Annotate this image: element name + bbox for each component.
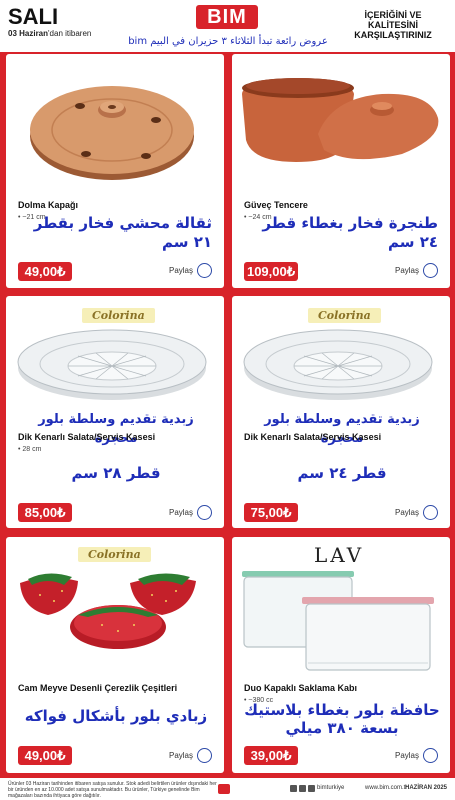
- product-card-meyve-cerezlik[interactable]: Colorina Cam Meyve Desenli Çerezlik Çeşi…: [6, 537, 224, 773]
- website-link[interactable]: www.bim.com.tr: [365, 785, 407, 791]
- date-rest: 'dan itibaren: [48, 29, 92, 38]
- product-arabic: زبادي بلور بأشكال فواكه: [24, 707, 208, 725]
- social-icons[interactable]: [290, 785, 315, 792]
- share-button[interactable]: Paylaş: [395, 747, 438, 763]
- price-tag: 85,00₺: [18, 503, 72, 522]
- product-card-dolma-kapagi[interactable]: Dolma Kapağı • ~21 cm ثقالة محشي فخار بق…: [6, 54, 224, 288]
- share-circle-icon[interactable]: [197, 504, 212, 520]
- product-name: Dolma Kapağı: [18, 200, 79, 210]
- compare-slogan: İÇERİĞİNİ VE KALİTESİNİ KARŞILAŞTIRINIZ: [354, 10, 432, 40]
- share-circle-icon[interactable]: [423, 262, 438, 278]
- product-arabic: طنجرة فخار بغطاء قطر ٢٤ سم: [262, 214, 438, 251]
- product-card-salata-kasesi-24[interactable]: Colorina زبدية تقديم وسلطة بلور محجرة Di…: [232, 296, 450, 528]
- arabic-offer-text: عروض رائعة تبدأ الثلاثاء ٣ حزيران في الب…: [128, 36, 328, 47]
- price-tag: 109,00₺: [244, 262, 298, 281]
- share-button[interactable]: Paylaş: [169, 262, 212, 278]
- product-arabic-top: زبدية تقديم وسلطة بلور محجرة: [264, 412, 420, 446]
- legal-note: Ürünler 03 Haziran tarihinden itibaren s…: [8, 781, 217, 799]
- share-button[interactable]: Paylaş: [395, 262, 438, 278]
- price-tag: 75,00₺: [244, 503, 298, 522]
- day-label: SALI: [8, 4, 59, 29]
- product-name: Cam Meyve Desenli Çerezlik Çeşitleri: [18, 683, 178, 693]
- bim-logo[interactable]: BIM: [196, 5, 258, 29]
- lav-logo: LAV: [314, 543, 365, 567]
- share-label: Paylaş: [394, 750, 419, 760]
- campaign-date: HAZİRAN 2025: [404, 785, 447, 791]
- clay-lid-image: [30, 86, 194, 180]
- product-arabic: قطر ٢٨ سم: [71, 464, 161, 482]
- footer-bar: Ürünler 03 Haziran tarihinden itibaren s…: [0, 778, 455, 800]
- product-arabic: حافظة بلور بغطاء بلاستيك بسعة ٣٨٠ ميلي: [244, 701, 440, 737]
- product-card-salata-kasesi-28[interactable]: Colorina زبدية تقديم وسلطة بلور محجرة Di…: [6, 296, 224, 528]
- instagram-icon[interactable]: [299, 785, 306, 792]
- product-card-saklama-kabi[interactable]: LAV Duo Kapaklı Saklama Kabı • ~380 cc ح…: [232, 537, 450, 773]
- product-name: Dik Kenarlı Salata/Servis Kasesi: [18, 432, 156, 442]
- price-tag: 49,00₺: [18, 262, 72, 281]
- glass-bowl-image: [243, 329, 433, 400]
- date-line: 03 Haziran'dan itibaren: [8, 29, 91, 38]
- share-label: Paylaş: [168, 507, 193, 517]
- share-button[interactable]: Paylaş: [169, 747, 212, 763]
- colorina-logo: Colorina: [78, 547, 151, 562]
- share-circle-icon[interactable]: [423, 504, 438, 520]
- product-name: Dik Kenarlı Salata/Servis Kasesi: [244, 432, 382, 442]
- price-tag: 49,00₺: [18, 746, 72, 765]
- product-name: Güveç Tencere: [244, 200, 308, 210]
- product-arabic-top: زبدية تقديم وسلطة بلور محجرة: [38, 412, 194, 446]
- product-size: • 28 cm: [18, 446, 42, 453]
- share-label: Paylaş: [168, 265, 193, 275]
- share-label: Paylaş: [394, 265, 419, 275]
- facebook-icon[interactable]: [290, 785, 297, 792]
- product-card-guvec-tencere[interactable]: Güveç Tencere • ~24 cm طنجرة فخار بغطاء …: [232, 54, 450, 288]
- date-block: SALI 03 Haziran'dan itibaren: [8, 4, 91, 39]
- header-bar: SALI 03 Haziran'dan itibaren BIM عروض را…: [0, 0, 455, 52]
- youtube-icon[interactable]: [308, 785, 315, 792]
- share-label: Paylaş: [168, 750, 193, 760]
- share-circle-icon[interactable]: [197, 262, 212, 278]
- share-circle-icon[interactable]: [197, 747, 212, 763]
- strawberry-bowls-image: [20, 573, 196, 649]
- bim-mini-logo: [218, 784, 230, 794]
- share-button[interactable]: Paylaş: [395, 504, 438, 520]
- share-label: Paylaş: [394, 507, 419, 517]
- product-arabic: قطر ٢٤ سم: [297, 464, 387, 482]
- share-button[interactable]: Paylaş: [169, 504, 212, 520]
- clay-pot-image: [242, 78, 439, 162]
- social-handle[interactable]: bimturkiye: [317, 785, 344, 791]
- product-name: Duo Kapaklı Saklama Kabı: [244, 683, 358, 693]
- date-strong: 03 Haziran: [8, 29, 49, 38]
- storage-containers-image: [242, 571, 434, 671]
- glass-bowl-image: [17, 329, 207, 400]
- price-tag: 39,00₺: [244, 746, 298, 765]
- share-circle-icon[interactable]: [423, 747, 438, 763]
- product-arabic: ثقالة محشي فخار بقطر ٢١ سم: [33, 214, 212, 251]
